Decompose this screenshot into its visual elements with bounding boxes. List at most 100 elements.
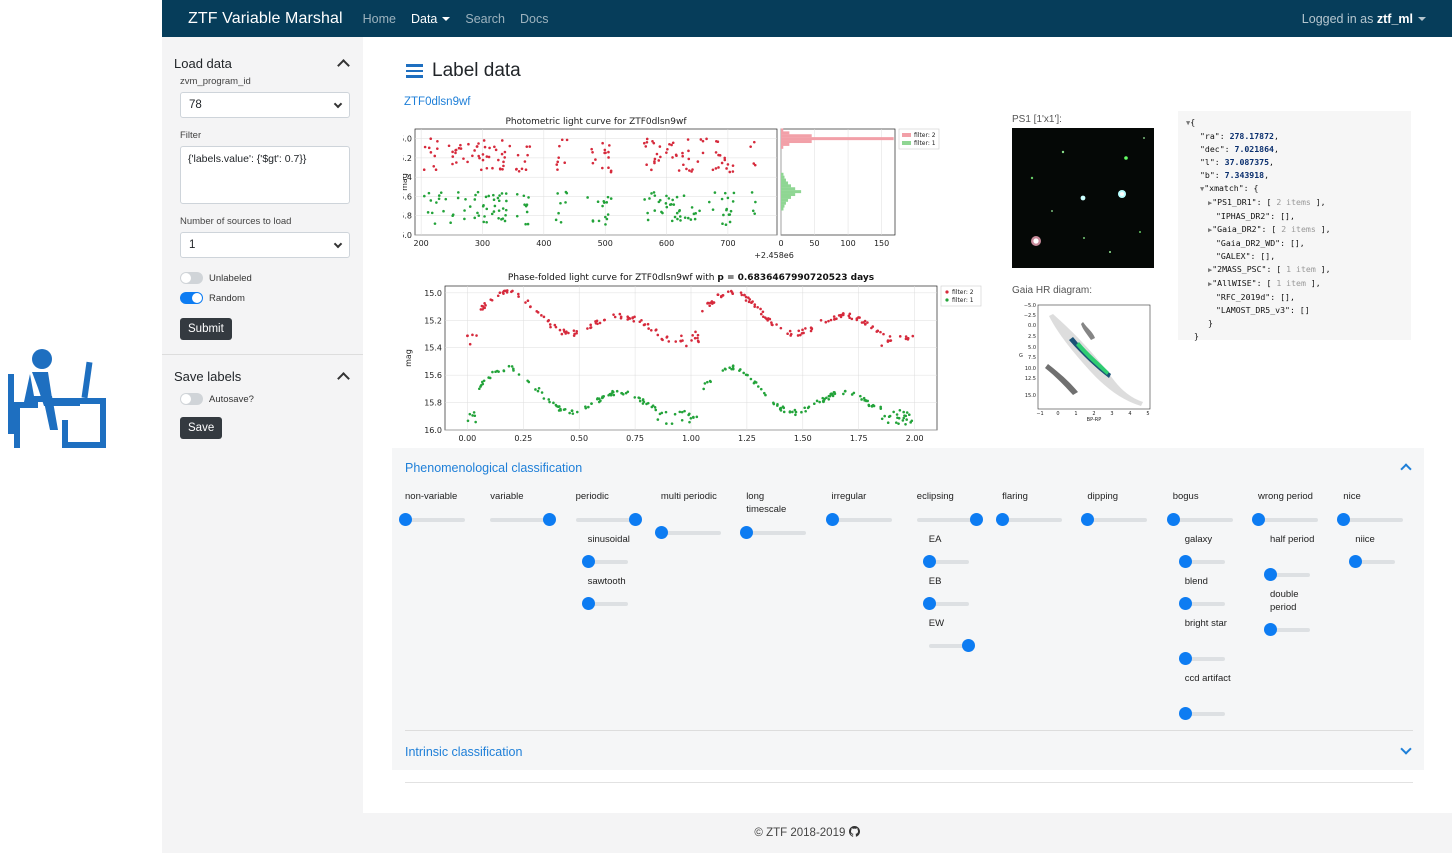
label-slider[interactable]: [1178, 706, 1225, 722]
label-slider[interactable]: [575, 512, 642, 528]
slider-track[interactable]: [660, 531, 721, 535]
slider-thumb[interactable]: [1166, 513, 1180, 526]
slider-track[interactable]: [1258, 518, 1318, 522]
chevron-up-icon[interactable]: [337, 372, 350, 385]
slider-track[interactable]: [831, 518, 892, 522]
label-slider[interactable]: [922, 596, 969, 612]
json-xmatch-line[interactable]: ▶"PS1_DR1": [ 2 items ],: [1186, 196, 1403, 210]
save-labels-header[interactable]: Save labels: [174, 363, 351, 389]
slider-thumb[interactable]: [628, 513, 642, 526]
slider-thumb[interactable]: [961, 639, 975, 652]
data-point: [687, 413, 690, 417]
data-point: [528, 145, 532, 148]
label-slider[interactable]: [581, 554, 628, 570]
slider-thumb[interactable]: [996, 513, 1010, 526]
label-slider[interactable]: [1178, 554, 1225, 570]
random-toggle[interactable]: [180, 292, 203, 304]
data-point: [457, 146, 461, 150]
json-xmatch-line[interactable]: ▶"2MASS_PSC": [ 1 item ],: [1186, 263, 1403, 277]
slider-thumb[interactable]: [1178, 597, 1192, 610]
filter-textarea[interactable]: {'labels.value': {'$gt': 0.7}}: [180, 146, 350, 204]
slider-track[interactable]: [746, 531, 807, 535]
source-id-link[interactable]: ZTF0dlsn9wf: [404, 96, 470, 108]
label-slider[interactable]: [1264, 567, 1310, 583]
slider-track[interactable]: [1002, 518, 1063, 522]
label-slider[interactable]: [1337, 512, 1404, 528]
slider-track[interactable]: [405, 518, 465, 522]
label-slider[interactable]: [581, 596, 628, 612]
menu-icon[interactable]: [406, 64, 423, 78]
pheno-title[interactable]: Phenomenological classification: [405, 461, 582, 475]
user-menu[interactable]: Logged in as ztf_ml: [1302, 12, 1426, 26]
nav-docs[interactable]: Docs: [520, 12, 548, 26]
slider-thumb[interactable]: [1337, 513, 1351, 526]
data-point: [796, 334, 800, 337]
label-slider[interactable]: [1178, 651, 1225, 667]
load-data-header[interactable]: Load data: [174, 50, 351, 76]
slider-track[interactable]: [916, 518, 977, 522]
label-slider[interactable]: [1252, 512, 1318, 528]
github-icon[interactable]: [848, 826, 860, 837]
svg-text:2.5: 2.5: [1028, 334, 1036, 340]
nav-search[interactable]: Search: [465, 12, 505, 26]
data-point: [547, 319, 550, 322]
collapse-triangle-icon[interactable]: ▼: [1186, 119, 1190, 127]
label-slider[interactable]: [928, 638, 975, 654]
label-slider[interactable]: [1166, 512, 1233, 528]
chevron-up-icon[interactable]: [337, 59, 350, 72]
slider-thumb[interactable]: [969, 513, 983, 526]
slider-thumb[interactable]: [1252, 513, 1265, 526]
slider-thumb[interactable]: [654, 526, 668, 539]
slider-thumb[interactable]: [1178, 652, 1192, 665]
chevron-down-icon[interactable]: [1400, 743, 1412, 755]
slider-track[interactable]: [490, 518, 551, 522]
slider-thumb[interactable]: [581, 597, 595, 610]
slider-thumb[interactable]: [399, 513, 412, 526]
label-slider[interactable]: [825, 512, 892, 528]
json-xmatch-line[interactable]: ▶"Gaia_DR2": [ 2 items ],: [1186, 223, 1403, 237]
slider-thumb[interactable]: [1178, 555, 1192, 568]
label-slider[interactable]: [1081, 512, 1148, 528]
chevron-up-icon[interactable]: [1400, 463, 1412, 475]
slider-thumb[interactable]: [1178, 707, 1192, 720]
slider-track[interactable]: [1343, 518, 1404, 522]
save-button[interactable]: Save: [180, 417, 223, 439]
label-slider[interactable]: [399, 512, 465, 528]
slider-track[interactable]: [575, 518, 636, 522]
nav-data-dropdown[interactable]: Data: [411, 12, 451, 26]
data-point: [791, 410, 794, 414]
label-slider[interactable]: [922, 554, 969, 570]
brand-link[interactable]: ZTF Variable Marshal: [188, 10, 343, 28]
slider-thumb[interactable]: [1264, 568, 1277, 581]
slider-track[interactable]: [1087, 518, 1148, 522]
unlabeled-toggle[interactable]: [180, 272, 203, 284]
label-slider[interactable]: [1349, 554, 1396, 570]
slider-thumb[interactable]: [1264, 623, 1277, 636]
slider-thumb[interactable]: [740, 526, 754, 539]
slider-thumb[interactable]: [1081, 513, 1095, 526]
slider-thumb[interactable]: [1349, 555, 1363, 568]
label-slider[interactable]: [1178, 596, 1225, 612]
data-point: [815, 399, 819, 403]
svg-text:5.0: 5.0: [1028, 345, 1036, 351]
submit-button[interactable]: Submit: [180, 318, 232, 340]
label-slider[interactable]: [1264, 622, 1310, 638]
slider-track[interactable]: [1172, 518, 1233, 522]
label-slider[interactable]: [490, 512, 557, 528]
label-slider[interactable]: [916, 512, 983, 528]
autosave-toggle[interactable]: [180, 393, 203, 405]
slider-thumb[interactable]: [543, 513, 557, 526]
slider-thumb[interactable]: [581, 555, 595, 568]
program-id-select[interactable]: 78: [180, 92, 350, 118]
label-slider[interactable]: [654, 525, 721, 541]
label-slider[interactable]: [740, 525, 807, 541]
label-slider[interactable]: [996, 512, 1063, 528]
json-xmatch-line[interactable]: ▶"AllWISE": [ 1 item ],: [1186, 277, 1403, 291]
num-sources-select[interactable]: 1: [180, 232, 350, 258]
nav-home[interactable]: Home: [363, 12, 396, 26]
slider-thumb[interactable]: [922, 597, 936, 610]
slider-thumb[interactable]: [922, 555, 936, 568]
data-point: [739, 368, 742, 371]
slider-thumb[interactable]: [825, 513, 839, 526]
intrinsic-title[interactable]: Intrinsic classification: [405, 745, 522, 759]
